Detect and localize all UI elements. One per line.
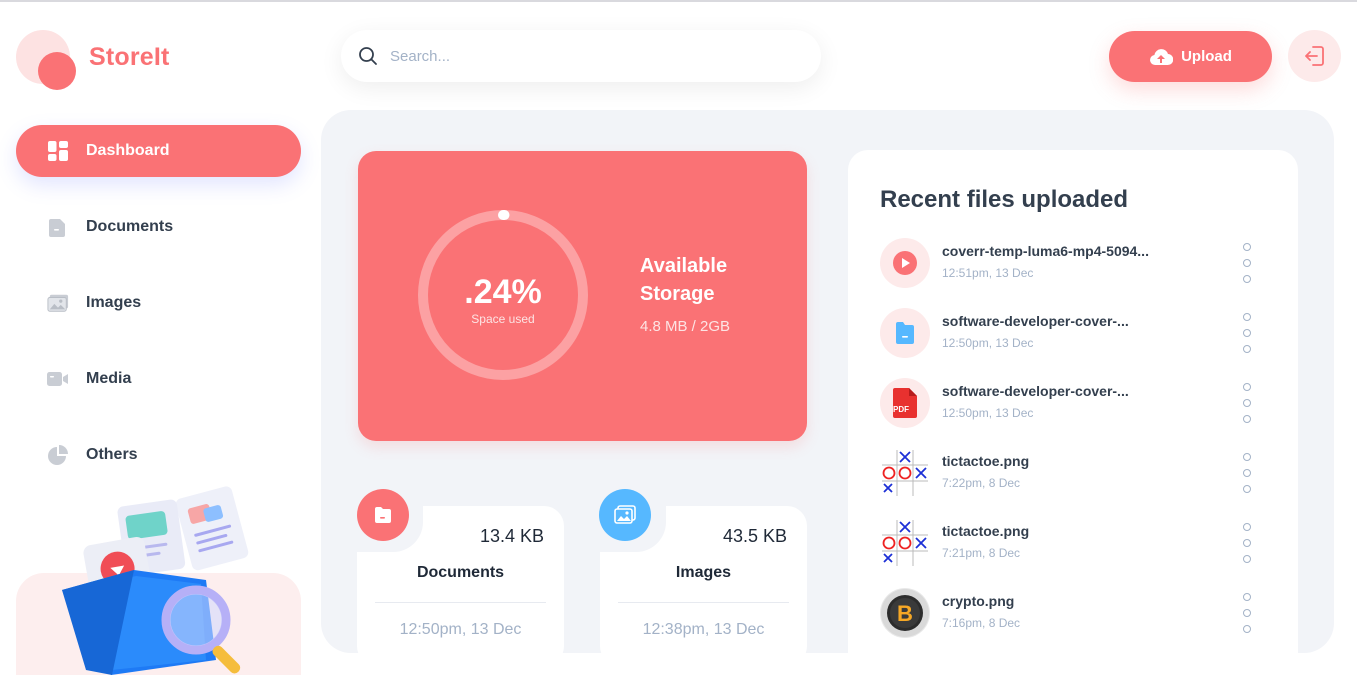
file-name: software-developer-cover-... — [942, 313, 1129, 329]
file-name: tictactoe.png — [942, 453, 1030, 469]
logout-icon — [1304, 45, 1325, 67]
recent-file-row[interactable]: PDF software-developer-cover-... 12:50pm… — [880, 378, 1270, 430]
media-icon — [47, 368, 69, 390]
upload-label: Upload — [1181, 48, 1232, 65]
storage-percent-caption: Space used — [471, 312, 535, 326]
images-time: 12:38pm, 13 Dec — [642, 621, 765, 638]
storage-card: .24% Space used Available Storage 4.8 MB… — [358, 151, 807, 441]
recent-files-panel: Recent files uploaded coverr-temp-luma6-… — [848, 150, 1298, 675]
file-actions-menu[interactable] — [1237, 523, 1257, 563]
file-name: coverr-temp-luma6-mp4-5094... — [942, 243, 1149, 259]
search-bar[interactable] — [341, 30, 821, 82]
cloud-upload-icon — [1149, 48, 1174, 66]
file-actions-menu[interactable] — [1237, 593, 1257, 633]
documents-time: 12:50pm, 13 Dec — [399, 621, 522, 638]
folder-search-illustration — [62, 486, 249, 675]
images-title: Images — [675, 564, 732, 581]
sidebar-item-label: Others — [86, 446, 138, 463]
file-actions-menu[interactable] — [1237, 313, 1257, 353]
sidebar-item-images[interactable]: Images — [16, 277, 301, 329]
top-border — [0, 0, 1357, 2]
file-name: software-developer-cover-... — [942, 383, 1129, 399]
sidebar-item-documents[interactable]: Documents — [16, 201, 301, 253]
recent-file-row[interactable]: software-developer-cover-... 12:50pm, 13… — [880, 308, 1270, 360]
logout-button[interactable] — [1288, 30, 1341, 82]
sidebar-item-dashboard[interactable]: Dashboard — [16, 125, 301, 177]
images-size: 43.5 KB — [722, 526, 787, 546]
sidebar-item-others[interactable]: Others — [16, 429, 301, 481]
file-actions-menu[interactable] — [1237, 453, 1257, 493]
tictactoe-thumbnail — [880, 448, 930, 498]
pdf-icon: PDF — [880, 378, 930, 428]
bitcoin-thumbnail: B — [880, 588, 930, 638]
file-date: 12:51pm, 13 Dec — [942, 266, 1034, 280]
tictactoe-thumbnail — [880, 518, 930, 568]
folder-icon — [357, 489, 409, 541]
documents-icon — [47, 216, 69, 238]
search-input[interactable] — [390, 47, 790, 65]
sidebar-nav: Dashboard Documents Images Media Others — [16, 125, 301, 505]
document-icon — [880, 308, 930, 358]
dashboard-icon — [47, 140, 69, 162]
sidebar-illustration — [16, 480, 301, 675]
file-actions-menu[interactable] — [1237, 243, 1257, 283]
image-icon — [599, 489, 651, 541]
file-name: crypto.png — [942, 593, 1015, 609]
file-date: 12:50pm, 13 Dec — [942, 336, 1034, 350]
file-date: 7:16pm, 8 Dec — [942, 616, 1021, 630]
file-date: 7:21pm, 8 Dec — [942, 546, 1021, 560]
others-icon — [47, 444, 69, 466]
storage-usage: 4.8 MB / 2GB — [640, 318, 731, 335]
sidebar-item-label: Images — [86, 294, 142, 311]
documents-title: Documents — [416, 564, 505, 581]
sidebar-item-label: Documents — [86, 218, 174, 235]
logo-circle-front — [38, 52, 76, 90]
video-icon — [880, 238, 930, 288]
documents-size: 13.4 KB — [479, 526, 544, 546]
recent-file-row[interactable]: tictactoe.png 7:22pm, 8 Dec — [880, 448, 1270, 500]
file-date: 12:50pm, 13 Dec — [942, 406, 1034, 420]
search-icon — [358, 46, 378, 66]
file-date: 7:22pm, 8 Dec — [942, 476, 1021, 490]
app-name: StoreIt — [89, 43, 170, 71]
images-icon — [47, 292, 69, 314]
sidebar-item-media[interactable]: Media — [16, 353, 301, 405]
recent-files-title: Recent files uploaded — [880, 186, 1129, 213]
pdf-badge-text: PDF — [893, 405, 909, 414]
recent-file-row[interactable]: B crypto.png 7:16pm, 8 Dec — [880, 588, 1270, 640]
storage-percent: .24% — [464, 273, 542, 311]
upload-button[interactable]: Upload — [1109, 31, 1272, 82]
sidebar-item-label: Media — [86, 370, 132, 387]
file-actions-menu[interactable] — [1237, 383, 1257, 423]
bitcoin-glyph: B — [897, 601, 913, 626]
app-logo[interactable]: StoreIt — [16, 28, 216, 90]
file-name: tictactoe.png — [942, 523, 1030, 539]
card-divider — [618, 602, 789, 603]
storage-title: Available Storage — [640, 255, 728, 305]
sidebar-item-label: Dashboard — [86, 142, 170, 159]
recent-file-row[interactable]: tictactoe.png 7:21pm, 8 Dec — [880, 518, 1270, 570]
card-divider — [375, 602, 546, 603]
recent-file-row[interactable]: coverr-temp-luma6-mp4-5094... 12:51pm, 1… — [880, 238, 1270, 290]
